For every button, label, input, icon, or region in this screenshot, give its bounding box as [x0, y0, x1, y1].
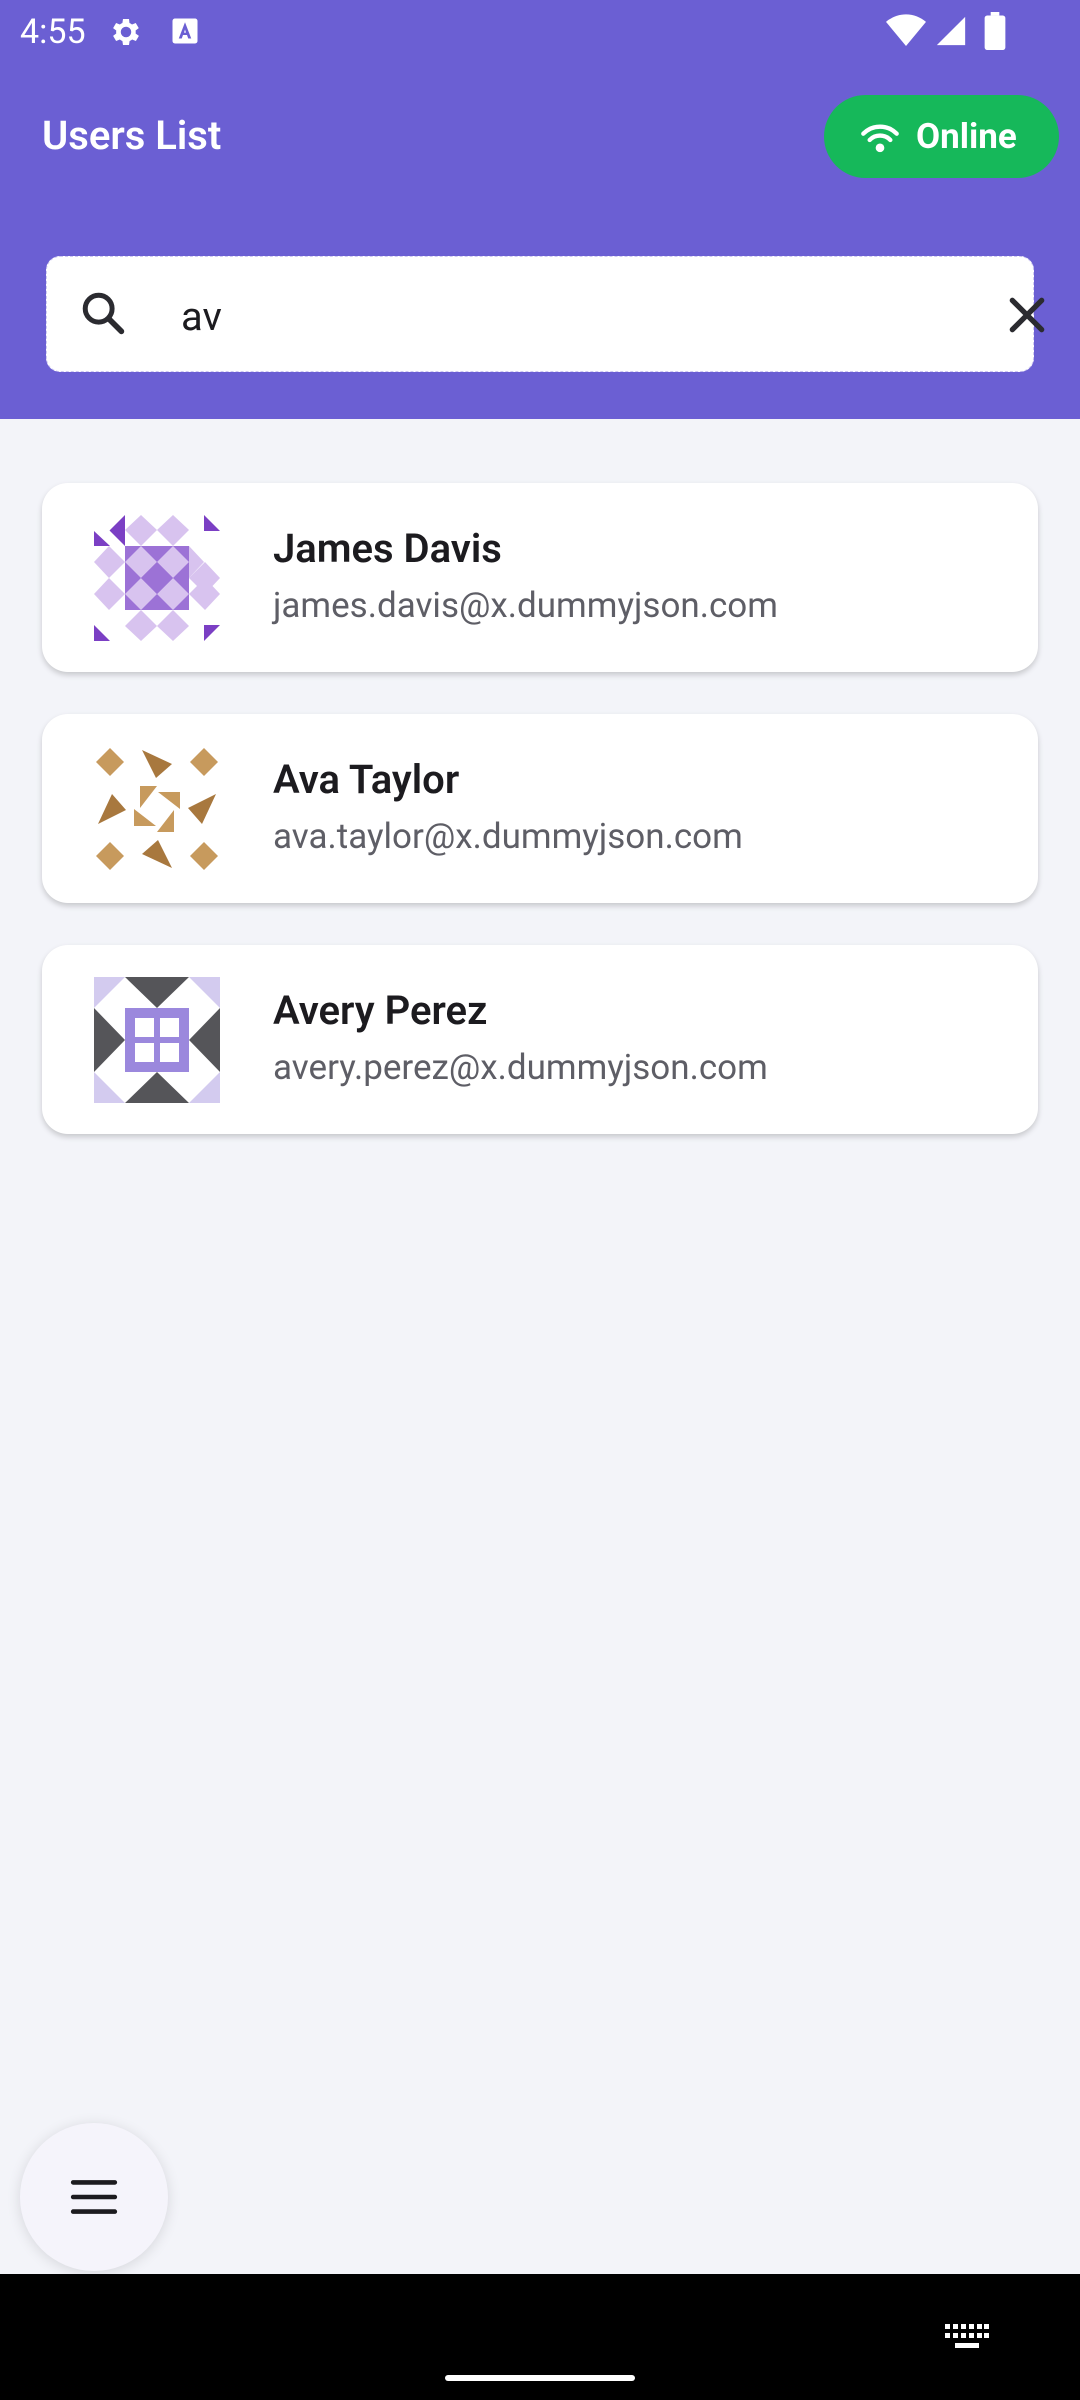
user-name: James Davis [273, 525, 502, 572]
search-bar [46, 256, 1045, 372]
user-email: ava.taylor@x.dummyjson.com [273, 816, 743, 857]
user-avatar-identicon [94, 515, 220, 641]
home-gesture-pill[interactable] [445, 2375, 635, 2381]
clear-search-button[interactable] [995, 283, 1059, 347]
user-email: avery.perez@x.dummyjson.com [273, 1047, 768, 1088]
app-header: 4:55 Users List Online [0, 0, 1080, 419]
online-label: Online [916, 116, 1017, 157]
keyboard-icon[interactable] [945, 2324, 989, 2350]
user-avatar-identicon [94, 746, 220, 872]
user-card[interactable]: Ava Taylor ava.taylor@x.dummyjson.com [42, 714, 1038, 903]
user-name: Avery Perez [273, 987, 488, 1034]
online-status-button[interactable]: Online [824, 95, 1059, 178]
close-icon [1009, 297, 1045, 333]
system-nav-bar [0, 2274, 1080, 2400]
battery-icon [984, 12, 1006, 50]
status-time: 4:55 [20, 12, 86, 52]
font-a-icon [172, 18, 198, 44]
status-bar: 4:55 [0, 0, 1080, 64]
user-name: Ava Taylor [273, 756, 460, 803]
wifi-icon [886, 14, 926, 47]
search-input[interactable] [179, 283, 943, 349]
page-title: Users List [42, 112, 222, 159]
search-icon [82, 292, 125, 335]
menu-fab-button[interactable] [20, 2123, 168, 2271]
user-email: james.davis@x.dummyjson.com [273, 585, 778, 626]
user-card[interactable]: James Davis james.davis@x.dummyjson.com [42, 483, 1038, 672]
cell-signal-icon [936, 16, 966, 46]
user-card[interactable]: Avery Perez avery.perez@x.dummyjson.com [42, 945, 1038, 1134]
settings-gear-icon [113, 18, 139, 46]
menu-icon [70, 2180, 118, 2214]
wifi-icon [861, 124, 899, 152]
user-avatar-identicon [94, 977, 220, 1103]
